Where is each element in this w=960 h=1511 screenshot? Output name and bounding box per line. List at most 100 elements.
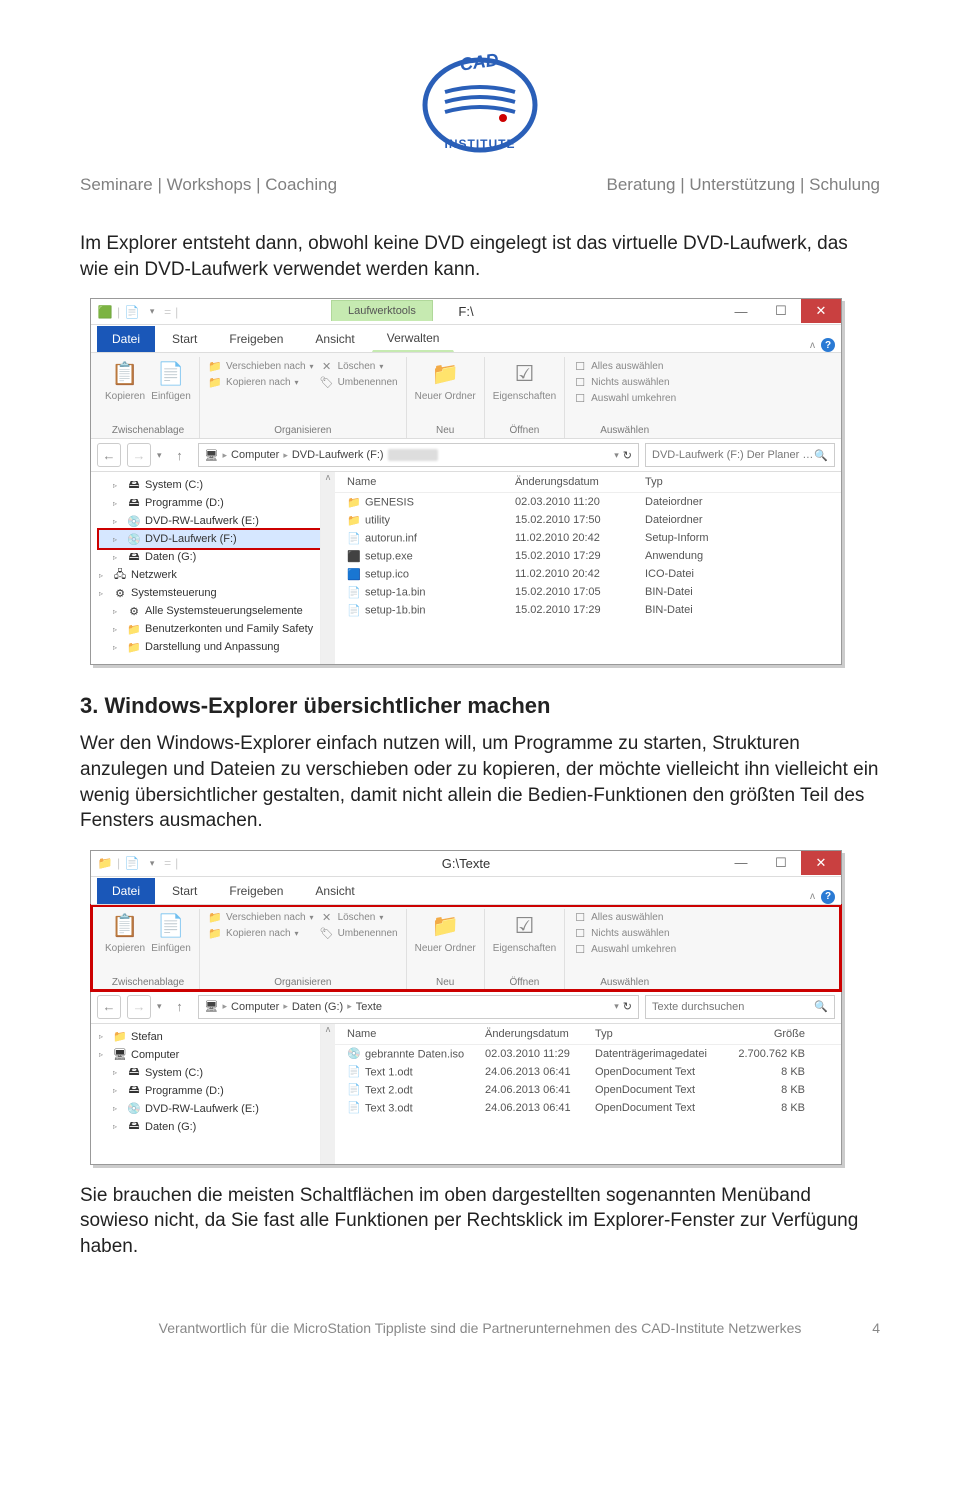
tree-item[interactable]: ▹⚙Alle Systemsteuerungselemente bbox=[99, 602, 320, 620]
tab-start[interactable]: Start bbox=[157, 878, 212, 904]
close-button[interactable]: ✕ bbox=[801, 851, 841, 875]
invert-selection-button[interactable]: ☐Auswahl umkehren bbox=[573, 391, 676, 405]
ribbon-collapse-icon[interactable]: ʌ bbox=[810, 340, 815, 351]
minimize-button[interactable]: — bbox=[721, 299, 761, 323]
move-to-button[interactable]: 📁Verschieben nach ▾ bbox=[208, 359, 314, 373]
copy-button[interactable]: 📋Kopieren bbox=[105, 359, 145, 402]
col-type[interactable]: Typ bbox=[595, 1028, 735, 1040]
file-row[interactable]: 💿gebrannte Daten.iso02.03.2010 11:29Date… bbox=[335, 1045, 841, 1063]
file-row[interactable]: ⬛setup.exe15.02.2010 17:29Anwendung bbox=[335, 547, 841, 565]
col-size[interactable]: Größe bbox=[735, 1028, 815, 1040]
tab-datei[interactable]: Datei bbox=[97, 878, 155, 904]
file-row[interactable]: 📄setup-1a.bin15.02.2010 17:05BIN-Datei bbox=[335, 583, 841, 601]
tree-item[interactable]: ▹📁Benutzerkonten und Family Safety bbox=[99, 620, 320, 638]
select-none-button[interactable]: ☐Nichts auswählen bbox=[573, 927, 676, 941]
move-to-button[interactable]: 📁Verschieben nach ▾ bbox=[208, 911, 314, 925]
tree-item[interactable]: ▹💿DVD-RW-Laufwerk (E:) bbox=[99, 1100, 320, 1118]
delete-button[interactable]: ✕Löschen ▾ bbox=[320, 359, 398, 373]
col-name[interactable]: Name bbox=[335, 1028, 485, 1040]
tree-item[interactable]: ▹🖧Netzwerk bbox=[99, 566, 320, 584]
copy-to-button[interactable]: 📁Kopieren nach ▾ bbox=[208, 927, 314, 941]
nav-history-icon[interactable]: ▾ bbox=[157, 450, 162, 461]
qat-dropdown-icon[interactable]: ▾ bbox=[144, 304, 160, 320]
tree-item[interactable]: ▹🖴System (C:) bbox=[99, 1064, 320, 1082]
tab-freigeben[interactable]: Freigeben bbox=[214, 326, 298, 352]
help-icon[interactable]: ? bbox=[821, 338, 835, 352]
file-list[interactable]: Name Änderungsdatum Typ 📁GENESIS02.03.20… bbox=[335, 472, 841, 664]
refresh-icon[interactable]: ↻ bbox=[623, 449, 632, 462]
select-all-button[interactable]: ☐Alles auswählen bbox=[573, 911, 676, 925]
minimize-button[interactable]: — bbox=[721, 851, 761, 875]
search-input[interactable]: Texte durchsuchen 🔍 bbox=[645, 995, 835, 1019]
file-row[interactable]: 📄Text 1.odt24.06.2013 06:41OpenDocument … bbox=[335, 1063, 841, 1081]
tree-scrollbar[interactable]: ʌ bbox=[321, 472, 335, 664]
tab-freigeben[interactable]: Freigeben bbox=[214, 878, 298, 904]
tree-item[interactable]: ▹🖴System (C:) bbox=[99, 476, 320, 494]
breadcrumb[interactable]: 🖥 ▸ Computer ▸ Daten (G:) ▸ Texte ▾ ↻ bbox=[198, 995, 639, 1019]
close-button[interactable]: ✕ bbox=[801, 299, 841, 323]
nav-tree[interactable]: ▹🖴System (C:)▹🖴Programme (D:)▹💿DVD-RW-La… bbox=[91, 472, 321, 664]
tab-verwalten[interactable]: Verwalten bbox=[372, 325, 455, 352]
nav-forward-button[interactable]: → bbox=[127, 995, 151, 1019]
tab-ansicht[interactable]: Ansicht bbox=[300, 326, 369, 352]
file-list[interactable]: Name Änderungsdatum Typ Größe 💿gebrannte… bbox=[335, 1024, 841, 1164]
nav-back-button[interactable]: ← bbox=[97, 443, 121, 467]
file-row[interactable]: 🟦setup.ico11.02.2010 20:42ICO-Datei bbox=[335, 565, 841, 583]
tree-item[interactable]: ▹📁Darstellung und Anpassung bbox=[99, 638, 320, 656]
qat-new-icon[interactable]: 📄 bbox=[124, 304, 140, 320]
nav-history-icon[interactable]: ▾ bbox=[157, 1001, 162, 1012]
tab-ansicht[interactable]: Ansicht bbox=[300, 878, 369, 904]
tree-item[interactable]: ▹🖥Computer bbox=[99, 1046, 320, 1064]
properties-button[interactable]: ☑Eigenschaften bbox=[493, 359, 556, 402]
tree-item[interactable]: ▹🖴Daten (G:) bbox=[99, 548, 320, 566]
delete-button[interactable]: ✕Löschen ▾ bbox=[320, 911, 398, 925]
col-name[interactable]: Name bbox=[335, 476, 515, 488]
tree-item[interactable]: ▹💿DVD-RW-Laufwerk (E:) bbox=[99, 512, 320, 530]
tree-item[interactable]: ▹🖴Programme (D:) bbox=[99, 1082, 320, 1100]
refresh-icon[interactable]: ↻ bbox=[623, 1000, 632, 1013]
new-folder-button[interactable]: 📁Neuer Ordner bbox=[415, 911, 476, 954]
tree-item[interactable]: ▹💿DVD-Laufwerk (F:) bbox=[99, 530, 320, 548]
breadcrumb[interactable]: 🖥 ▸ Computer ▸ DVD-Laufwerk (F:) ▾ ↻ bbox=[198, 443, 639, 467]
file-row[interactable]: 📄setup-1b.bin15.02.2010 17:29BIN-Datei bbox=[335, 601, 841, 619]
col-type[interactable]: Typ bbox=[645, 476, 755, 488]
tree-item[interactable]: ▹📁Stefan bbox=[99, 1028, 320, 1046]
col-date[interactable]: Änderungsdatum bbox=[515, 476, 645, 488]
qat-new-icon[interactable]: 📄 bbox=[124, 855, 140, 871]
paste-button[interactable]: 📄Einfügen bbox=[151, 359, 191, 402]
paste-button[interactable]: 📄Einfügen bbox=[151, 911, 191, 954]
tree-item[interactable]: ▹🖴Programme (D:) bbox=[99, 494, 320, 512]
search-input[interactable]: DVD-Laufwerk (F:) Der Planer … 🔍 bbox=[645, 443, 835, 467]
tree-scrollbar[interactable]: ʌ bbox=[321, 1024, 335, 1164]
col-date[interactable]: Änderungsdatum bbox=[485, 1028, 595, 1040]
properties-button[interactable]: ☑Eigenschaften bbox=[493, 911, 556, 954]
rename-button[interactable]: 🏷Umbenennen bbox=[320, 375, 398, 389]
tab-start[interactable]: Start bbox=[157, 326, 212, 352]
select-all-button[interactable]: ☐Alles auswählen bbox=[573, 359, 676, 373]
rename-button[interactable]: 🏷Umbenennen bbox=[320, 927, 398, 941]
nav-tree[interactable]: ▹📁Stefan▹🖥Computer▹🖴System (C:)▹🖴Program… bbox=[91, 1024, 321, 1164]
help-icon[interactable]: ? bbox=[821, 890, 835, 904]
copy-button[interactable]: 📋Kopieren bbox=[105, 911, 145, 954]
drive-tools-contextual-tab[interactable]: Laufwerktools bbox=[331, 300, 433, 321]
qat-dropdown-icon[interactable]: ▾ bbox=[144, 855, 160, 871]
nav-up-button[interactable]: ↑ bbox=[168, 995, 192, 1019]
ribbon-collapse-icon[interactable]: ʌ bbox=[810, 891, 815, 902]
nav-forward-button[interactable]: → bbox=[127, 443, 151, 467]
file-row[interactable]: 📄Text 2.odt24.06.2013 06:41OpenDocument … bbox=[335, 1081, 841, 1099]
select-none-button[interactable]: ☐Nichts auswählen bbox=[573, 375, 676, 389]
file-row[interactable]: 📁GENESIS02.03.2010 11:20Dateiordner bbox=[335, 493, 841, 511]
file-row[interactable]: 📄autorun.inf11.02.2010 20:42Setup-Inform bbox=[335, 529, 841, 547]
tree-item[interactable]: ▹🖴Daten (G:) bbox=[99, 1118, 320, 1136]
copy-to-button[interactable]: 📁Kopieren nach ▾ bbox=[208, 375, 314, 389]
maximize-button[interactable]: ☐ bbox=[761, 299, 801, 323]
file-row[interactable]: 📄Text 3.odt24.06.2013 06:41OpenDocument … bbox=[335, 1099, 841, 1117]
nav-up-button[interactable]: ↑ bbox=[168, 443, 192, 467]
invert-selection-button[interactable]: ☐Auswahl umkehren bbox=[573, 943, 676, 957]
tree-item[interactable]: ▹⚙Systemsteuerung bbox=[99, 584, 320, 602]
file-row[interactable]: 📁utility15.02.2010 17:50Dateiordner bbox=[335, 511, 841, 529]
nav-back-button[interactable]: ← bbox=[97, 995, 121, 1019]
new-folder-button[interactable]: 📁Neuer Ordner bbox=[415, 359, 476, 402]
tab-datei[interactable]: Datei bbox=[97, 326, 155, 352]
maximize-button[interactable]: ☐ bbox=[761, 851, 801, 875]
